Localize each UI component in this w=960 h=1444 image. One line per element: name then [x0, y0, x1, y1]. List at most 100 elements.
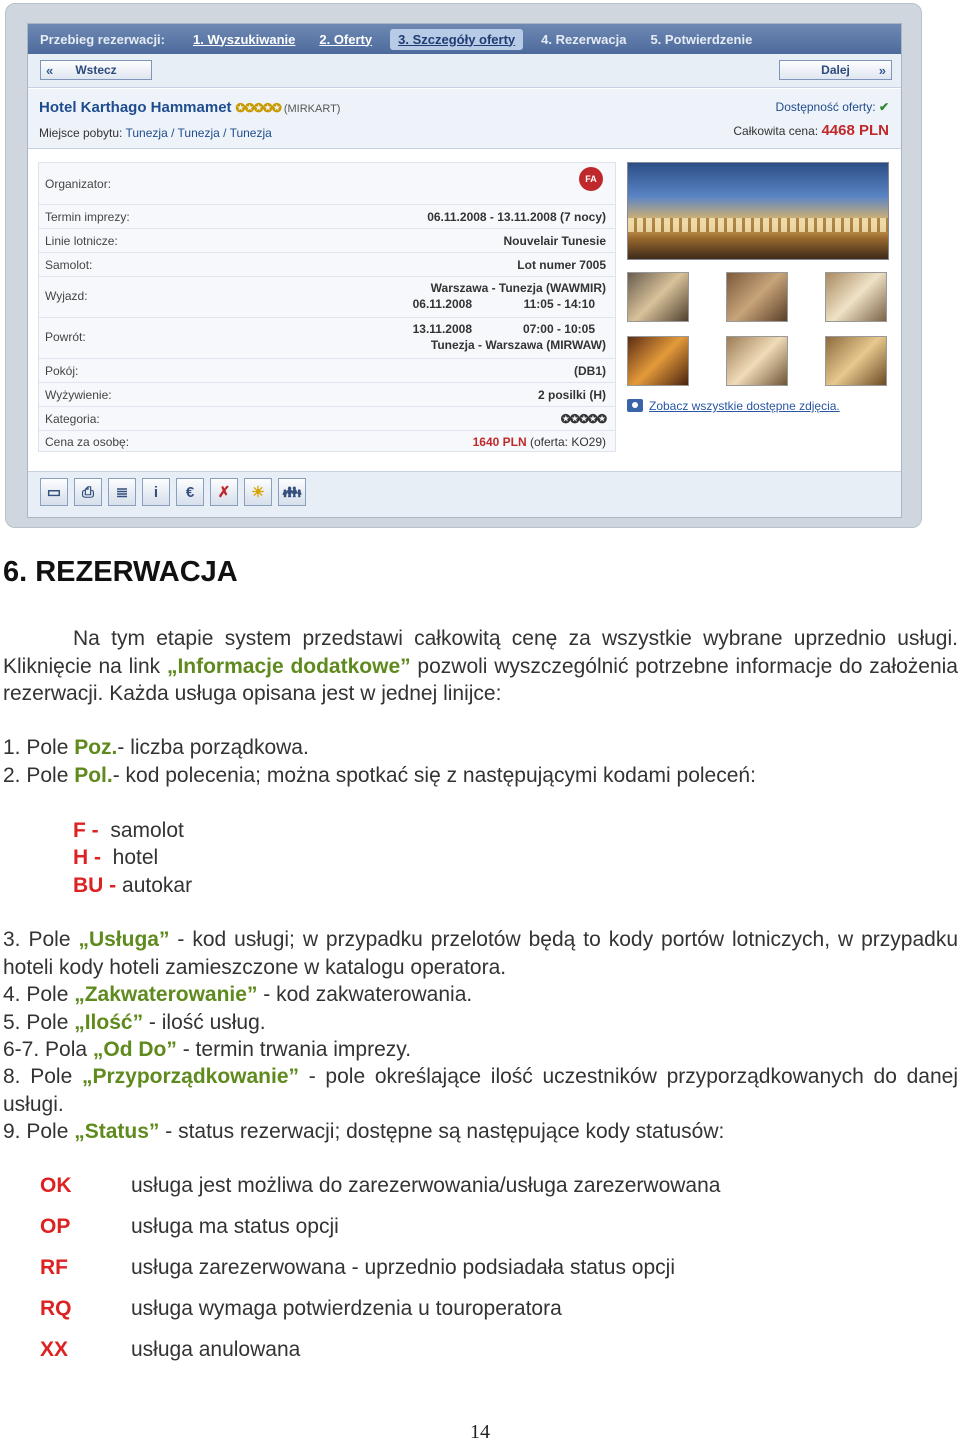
step-confirmation: 5. Potwierdzenie	[650, 31, 753, 47]
row-category: Kategoria: ✪✪✪✪✪	[39, 407, 615, 431]
hotel-thumbnail[interactable]	[627, 336, 689, 386]
all-photos-label: Zobacz wszystkie dostępne zdjęcia.	[649, 399, 840, 413]
field-8-name: „Przyporządkowanie”	[81, 1065, 300, 1088]
back-button[interactable]: « Wstecz	[40, 60, 152, 80]
hotel-main-photo[interactable]	[627, 162, 889, 260]
status-desc: usługa jest możliwa do zarezerwowania/us…	[131, 1174, 721, 1197]
command-code-f: F - samolot	[73, 817, 184, 845]
person-price: 1640 PLN (oferta: KO29)	[473, 434, 606, 450]
field-2-desc: - kod polecenia; można spotkać się z nas…	[112, 764, 756, 787]
command-code: BU -	[73, 874, 117, 897]
step-offer-details[interactable]: 3. Szczegóły oferty	[390, 28, 524, 50]
category-stars: ✪✪✪✪✪	[560, 412, 607, 426]
people-icon[interactable]: 👪︎	[278, 478, 306, 506]
field-5-name: „Ilość”	[74, 1011, 144, 1034]
field-1-desc: - liczba porządkowa.	[117, 736, 309, 759]
field-3: 3. Pole „Usługa” - kod usługi; w przypad…	[3, 926, 958, 981]
term-value: 06.11.2008 - 13.11.2008 (7 nocy)	[427, 210, 606, 224]
field-6-name: „Od Do”	[92, 1038, 177, 1061]
field-6-prefix: 6-7. Pola	[3, 1038, 93, 1061]
details-table: Organizator: FA Termin imprezy: 06.11.20…	[38, 162, 616, 452]
total-price-label: Całkowita cena:	[733, 124, 819, 138]
airline-value: Nouvelair Tunesie	[503, 234, 606, 248]
document-icon[interactable]: ≣	[108, 478, 136, 506]
hotel-thumbnail[interactable]	[825, 272, 887, 322]
hotel-name-text: Hotel Karthago Hammamet	[39, 99, 232, 116]
row-departure: Wyjazd: Warszawa - Tunezja (WAWMIR) 06.1…	[39, 277, 615, 318]
departure-time: 11:05 - 14:10	[523, 297, 595, 311]
field-2-name: Pol.	[74, 764, 113, 787]
row-plane: Samolot: Lot numer 7005	[39, 253, 615, 277]
field-9-prefix: 9. Pole	[3, 1120, 75, 1143]
row-airline: Linie lotnicze: Nouvelair Tunesie	[39, 229, 615, 253]
person-price-offer: (oferta: KO29)	[529, 435, 606, 449]
booking-steps: Przebieg rezerwacji: 1. Wyszukiwanie 2. …	[28, 24, 901, 54]
field-4-desc: - kod zakwaterowania.	[257, 983, 473, 1006]
step-search[interactable]: 1. Wyszukiwanie	[193, 32, 295, 47]
computer-icon[interactable]: ▭	[40, 478, 68, 506]
command-code-h: H - hotel	[73, 844, 158, 872]
booking-panel: Przebieg rezerwacji: 1. Wyszukiwanie 2. …	[27, 23, 902, 518]
money-icon[interactable]: €	[176, 478, 204, 506]
check-icon: ✔	[878, 100, 889, 114]
steps-title: Przebieg rezerwacji:	[40, 31, 165, 47]
return-route: Tunezja - Warszawa (MIRWAW)	[430, 338, 606, 352]
field-4-name: „Zakwaterowanie”	[74, 983, 258, 1006]
status-desc: usługa anulowana	[131, 1338, 301, 1361]
command-code: F -	[73, 819, 99, 842]
row-person-price: Cena za osobę: 1640 PLN (oferta: KO29)	[39, 431, 615, 453]
field-1-name: Poz.	[74, 736, 118, 759]
double-chevron-right-icon: »	[878, 62, 886, 78]
camera-icon	[627, 399, 643, 412]
field-2-prefix: 2. Pole	[3, 764, 75, 787]
field-5-prefix: 5. Pole	[3, 1011, 75, 1034]
field-3-prefix: 3. Pole	[3, 928, 79, 951]
field-1-prefix: 1. Pole	[3, 736, 75, 759]
field-9: 9. Pole „Status” - status rezerwacji; do…	[3, 1118, 958, 1146]
hotel-thumbnail[interactable]	[825, 336, 887, 386]
return-date: 13.11.2008	[412, 322, 472, 336]
total-price-value: 4468 PLN	[821, 122, 889, 139]
hotel-thumbnail[interactable]	[627, 272, 689, 322]
step-offers[interactable]: 2. Oferty	[319, 32, 372, 47]
offer-details: Organizator: FA Termin imprezy: 06.11.20…	[28, 150, 901, 470]
hotel-code: (MIRKART)	[283, 103, 341, 115]
status-desc: usługa zarezerwowana - uprzednio podsiad…	[131, 1256, 675, 1279]
board-value: 2 posilki (H)	[537, 388, 606, 402]
room-label: Pokój:	[45, 364, 79, 378]
departure-label: Wyjazd:	[45, 289, 88, 303]
hotel-thumbnail[interactable]	[726, 272, 788, 322]
hotel-stars: ✪✪✪✪✪	[235, 101, 282, 115]
weather-icon[interactable]: ☀	[244, 478, 272, 506]
info-icon[interactable]: i	[142, 478, 170, 506]
organizer-label: Organizator:	[45, 177, 112, 191]
return-time: 07:00 - 10:05	[522, 322, 595, 336]
status-desc: usługa wymaga potwierdzenia u touroperat…	[131, 1297, 562, 1320]
row-board: Wyżywienie: 2 posilki (H)	[39, 383, 615, 407]
field-3-name: „Usługa”	[78, 928, 170, 951]
all-photos-link[interactable]: Zobacz wszystkie dostępne zdjęcia.	[627, 399, 840, 413]
plane-value: Lot numer 7005	[517, 258, 606, 272]
row-room: Pokój: (DB1)	[39, 359, 615, 383]
row-term: Termin imprezy: 06.11.2008 - 13.11.2008 …	[39, 205, 615, 229]
field-6-7: 6-7. Pola „Od Do” - termin trwania impre…	[3, 1036, 958, 1064]
command-desc: samolot	[110, 819, 184, 842]
hotel-header: Hotel Karthago Hammamet ✪✪✪✪✪ (MIRKART) Mi…	[28, 89, 901, 149]
row-organizer: Organizator: FA	[39, 163, 615, 205]
return-label: Powrót:	[45, 330, 86, 344]
operator-logo-icon: FA	[579, 167, 603, 191]
photo-thumbnails	[627, 272, 889, 390]
print-icon[interactable]: ⎙	[74, 478, 102, 506]
command-desc: hotel	[112, 846, 159, 869]
next-button[interactable]: Dalej »	[779, 60, 892, 80]
availability-label: Dostępność oferty:	[775, 100, 876, 114]
field-2: 2. Pole Pol.- kod polecenia; można spotk…	[3, 762, 958, 790]
step-reservation: 4. Rezerwacja	[541, 31, 627, 47]
check-cross-icon[interactable]: ✗	[210, 478, 238, 506]
hotel-thumbnail[interactable]	[726, 336, 788, 386]
hotel-name: Hotel Karthago Hammamet ✪✪✪✪✪ (MIRKART)	[39, 99, 340, 116]
page-number: 14	[470, 1421, 490, 1443]
status-code: XX	[40, 1338, 69, 1361]
location-value: Tunezja / Tunezja / Tunezja	[125, 126, 272, 140]
field-8-prefix: 8. Pole	[3, 1065, 82, 1088]
